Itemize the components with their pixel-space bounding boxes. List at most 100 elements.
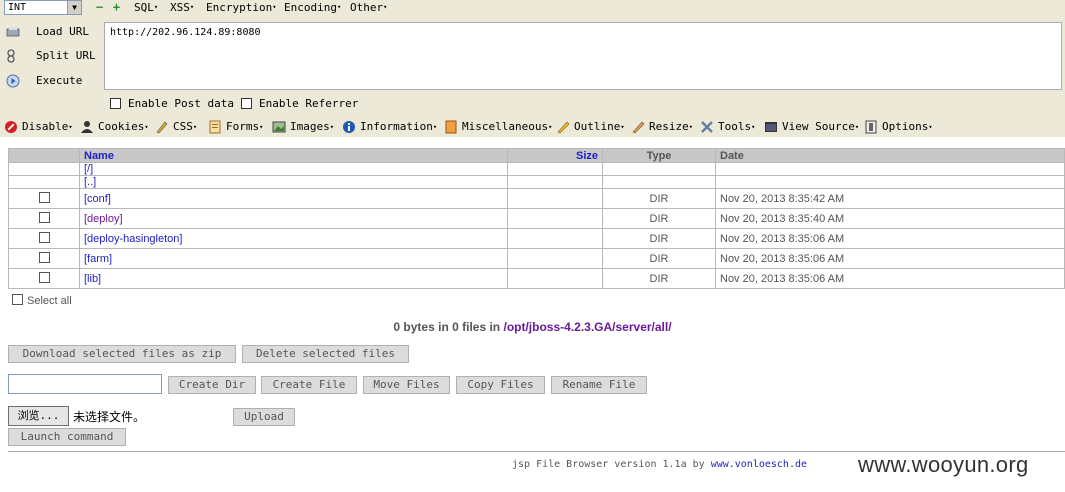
directory-summary: 0 bytes in 0 files in /opt/jboss-4.2.3.G… bbox=[0, 320, 1065, 334]
file-table: Name Size Type Date [/] [..] [conf] DIR … bbox=[8, 148, 1065, 289]
size-cell bbox=[507, 268, 603, 289]
tools-label: Tools bbox=[718, 120, 752, 133]
miscellaneous-menu[interactable]: Miscellaneous▾ bbox=[444, 120, 552, 134]
disable-menu[interactable]: Disable▾ bbox=[4, 120, 73, 134]
create-dir-button[interactable]: Create Dir bbox=[168, 376, 256, 394]
dir-link[interactable]: [farm] bbox=[84, 253, 112, 265]
css-menu[interactable]: CSS▾ bbox=[155, 120, 197, 134]
table-row-parent: [..] bbox=[8, 175, 1065, 189]
options-label: Options bbox=[882, 120, 929, 133]
cookies-label: Cookies bbox=[98, 120, 145, 133]
resize-icon bbox=[632, 121, 645, 134]
move-files-button[interactable]: Move Files bbox=[363, 376, 450, 394]
browse-button[interactable]: 浏览... bbox=[8, 406, 69, 426]
information-menu[interactable]: Information▾ bbox=[342, 120, 437, 134]
row-checkbox[interactable] bbox=[38, 271, 50, 283]
type-column-header[interactable]: Type bbox=[602, 148, 716, 163]
dir-link[interactable]: [lib] bbox=[84, 273, 101, 285]
images-menu[interactable]: Images▾ bbox=[272, 120, 334, 134]
split-url-button[interactable]: Split URL bbox=[4, 45, 99, 67]
date-cell: Nov 20, 2013 8:35:40 AM bbox=[715, 208, 1065, 229]
type-cell: DIR bbox=[602, 228, 716, 249]
information-label: Information bbox=[360, 120, 433, 133]
miscellaneous-icon bbox=[445, 120, 457, 134]
date-cell: Nov 20, 2013 8:35:06 AM bbox=[715, 228, 1065, 249]
select-arrow-icon: ▼ bbox=[67, 1, 81, 14]
xss-menu-label: XSS bbox=[170, 1, 190, 14]
increase-icon[interactable]: + bbox=[111, 1, 122, 13]
dir-link[interactable]: [conf] bbox=[84, 193, 111, 205]
select-all-checkbox[interactable] bbox=[12, 294, 23, 305]
css-icon bbox=[156, 121, 168, 134]
date-column-header[interactable]: Date bbox=[715, 148, 1065, 163]
forms-menu[interactable]: Forms▾ bbox=[208, 120, 263, 134]
download-zip-button[interactable]: Download selected files as zip bbox=[8, 345, 236, 363]
enable-referrer-checkbox[interactable] bbox=[241, 98, 252, 109]
other-menu-label: Other bbox=[350, 1, 384, 14]
encoding-type-select[interactable]: INT ▼ bbox=[4, 0, 82, 15]
resize-menu[interactable]: Resize▾ bbox=[631, 120, 693, 134]
table-header-row: Name Size Type Date bbox=[8, 148, 1065, 163]
size-cell bbox=[507, 188, 603, 209]
disable-icon bbox=[5, 121, 17, 133]
url-textarea[interactable]: http://202.96.124.89:8080 bbox=[104, 22, 1062, 90]
encoding-menu-label: Encoding bbox=[284, 1, 337, 14]
load-url-icon bbox=[6, 27, 20, 37]
date-cell: Nov 20, 2013 8:35:06 AM bbox=[715, 248, 1065, 269]
resize-label: Resize bbox=[649, 120, 689, 133]
footer-link[interactable]: www.vonloesch.de bbox=[711, 459, 807, 470]
checkbox-column-header bbox=[8, 148, 80, 163]
view-source-menu[interactable]: View Source▾ bbox=[764, 120, 859, 134]
css-label: CSS bbox=[173, 120, 193, 133]
rename-file-button[interactable]: Rename File bbox=[551, 376, 647, 394]
sql-menu[interactable]: SQL▾ bbox=[134, 1, 158, 14]
select-all[interactable]: Select all bbox=[12, 294, 72, 307]
filename-input[interactable] bbox=[8, 374, 162, 394]
encryption-menu-label: Encryption bbox=[206, 1, 273, 14]
xss-menu[interactable]: XSS▾ bbox=[170, 1, 194, 14]
dir-link[interactable]: [deploy-hasingleton] bbox=[84, 233, 182, 245]
cookies-icon bbox=[81, 121, 93, 133]
dir-link[interactable]: [deploy] bbox=[84, 213, 123, 225]
execute-button[interactable]: Execute bbox=[4, 70, 99, 92]
options-icon bbox=[865, 120, 877, 134]
parent-dir-link[interactable]: [..] bbox=[84, 176, 96, 188]
launch-command-button[interactable]: Launch command bbox=[8, 428, 126, 446]
row-checkbox[interactable] bbox=[38, 211, 50, 223]
execute-icon bbox=[6, 74, 20, 88]
encryption-menu[interactable]: Encryption▾ bbox=[206, 1, 276, 14]
enable-referrer-label: Enable Referrer bbox=[259, 97, 359, 110]
row-checkbox[interactable] bbox=[38, 191, 50, 203]
split-url-icon bbox=[7, 49, 15, 63]
row-checkbox[interactable] bbox=[38, 231, 50, 243]
tools-icon bbox=[701, 121, 713, 133]
no-file-selected-label: 未选择文件。 bbox=[73, 410, 146, 424]
delete-files-button[interactable]: Delete selected files bbox=[242, 345, 409, 363]
root-dir-link[interactable]: [/] bbox=[84, 163, 93, 175]
decrease-icon[interactable]: − bbox=[94, 1, 105, 13]
tools-menu[interactable]: Tools▾ bbox=[700, 120, 755, 134]
date-cell: Nov 20, 2013 8:35:06 AM bbox=[715, 268, 1065, 289]
copy-files-button[interactable]: Copy Files bbox=[456, 376, 545, 394]
other-menu[interactable]: Other▾ bbox=[350, 1, 387, 14]
row-checkbox[interactable] bbox=[38, 251, 50, 263]
encoding-type-value: INT bbox=[8, 2, 27, 13]
images-icon bbox=[272, 121, 286, 133]
size-cell bbox=[507, 248, 603, 269]
information-icon bbox=[343, 121, 355, 133]
options-menu[interactable]: Options▾ bbox=[864, 120, 933, 134]
cookies-menu[interactable]: Cookies▾ bbox=[80, 120, 149, 134]
disable-label: Disable bbox=[22, 120, 69, 133]
create-file-button[interactable]: Create File bbox=[261, 376, 357, 394]
name-column-header[interactable]: Name bbox=[79, 148, 508, 163]
load-url-button[interactable]: Load URL bbox=[4, 21, 99, 43]
encoding-menu[interactable]: Encoding▾ bbox=[284, 1, 341, 14]
forms-icon bbox=[209, 120, 221, 134]
enable-post-data-checkbox[interactable] bbox=[110, 98, 121, 109]
view-source-icon bbox=[765, 122, 777, 132]
size-column-header[interactable]: Size bbox=[507, 148, 603, 163]
table-row: [farm] DIR Nov 20, 2013 8:35:06 AM bbox=[8, 248, 1065, 269]
outline-menu[interactable]: Outline▾ bbox=[556, 120, 625, 134]
current-path: /opt/jboss-4.2.3.GA/server/all/ bbox=[503, 320, 672, 334]
upload-button[interactable]: Upload bbox=[233, 408, 295, 426]
